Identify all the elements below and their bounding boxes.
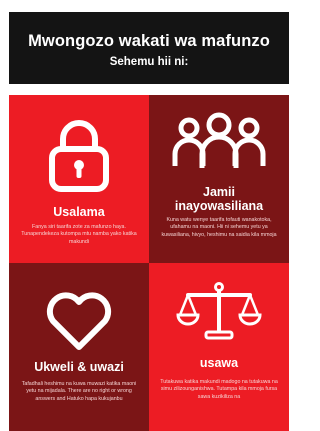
panel-description: Tafadhali heshimu na kuwa muwazi katika … <box>21 381 137 402</box>
panel-description: Kuna watu wenye taarifa tofauti wanakoto… <box>161 217 277 238</box>
panel-safety: Usalama Fanya siri taarifa zote za mafun… <box>9 95 149 263</box>
panel-title-line2: inayowasiliana <box>174 199 264 213</box>
header: Mwongozo wakati wa mafunzo Sehemu hii ni… <box>9 12 289 84</box>
panel-title-line1: Jamii <box>203 185 235 199</box>
panel-title: Ukweli & uwazi <box>34 360 124 374</box>
panel-title: Jamii inayowasiliana <box>153 185 285 213</box>
panel-title: usawa <box>199 356 239 370</box>
panel-title: Usalama <box>53 205 105 219</box>
guidelines-card: Mwongozo wakati wa mafunzo Sehemu hii ni… <box>9 12 289 431</box>
panel-honesty: Ukweli & uwazi Tafadhali heshimu na kuwa… <box>9 263 149 431</box>
people-icon <box>149 101 289 181</box>
panel-description: Fanya siri taarifa zote za mafunzo haya.… <box>21 224 137 245</box>
scales-icon <box>149 271 289 351</box>
lock-icon <box>9 109 149 199</box>
page-title: Mwongozo wakati wa mafunzo <box>28 32 270 50</box>
panel-equality: usawa Tutakuwa katika makundi madogo na … <box>149 263 289 431</box>
heart-icon <box>9 277 149 367</box>
panel-community: Jamii inayowasiliana Kuna watu wenye taa… <box>149 95 289 263</box>
panel-description: Tutakuwa katika makundi madogo na tutaku… <box>160 379 278 400</box>
page-subtitle: Sehemu hii ni: <box>109 56 189 68</box>
